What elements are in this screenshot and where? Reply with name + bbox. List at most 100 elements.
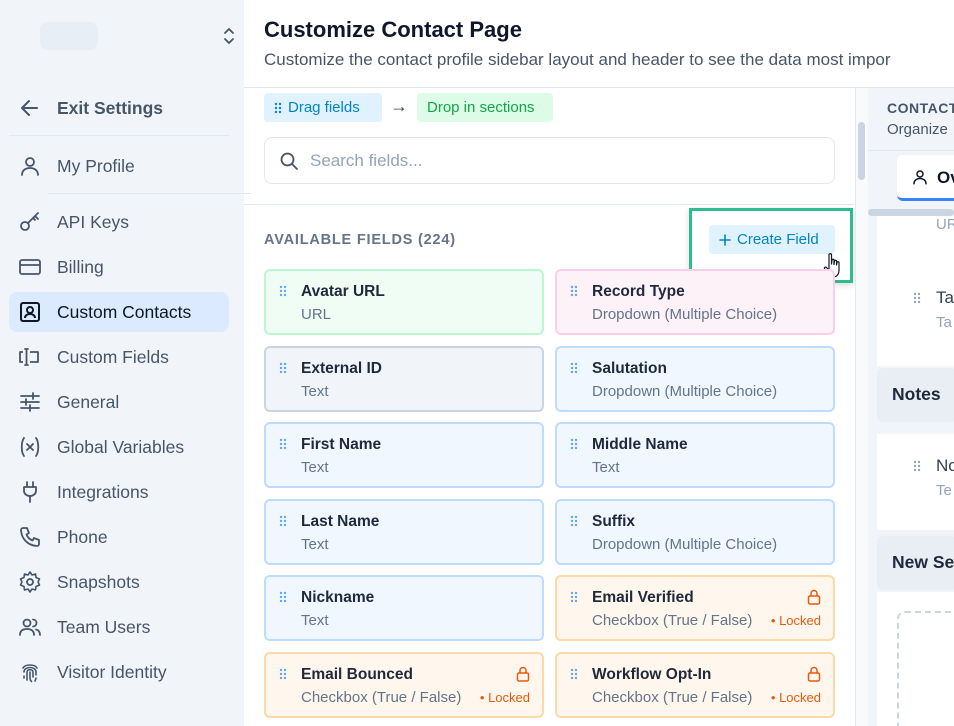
sidebar-divider: [48, 193, 251, 194]
sidebar-item-general[interactable]: General: [9, 382, 229, 422]
fields-scrollbar[interactable]: [855, 88, 868, 726]
search-fields-input[interactable]: [310, 146, 810, 176]
sidebar-item-visitor-identity[interactable]: Visitor Identity: [9, 652, 229, 692]
field-name: Workflow Opt-In: [592, 666, 712, 683]
drop-sections-label: Drop in sections: [427, 99, 535, 116]
preview-field-type: Te: [936, 482, 952, 499]
plus-icon: [719, 233, 731, 246]
create-field-button[interactable]: Create Field: [709, 225, 835, 254]
preview-field-name: Ta: [936, 288, 954, 307]
sidebar-item-api-keys[interactable]: API Keys: [9, 202, 229, 242]
field-name: First Name: [301, 436, 382, 454]
exit-settings-button[interactable]: Exit Settings: [9, 88, 229, 128]
field-type: Checkbox (True / False): [592, 612, 753, 630]
field-card-suffix[interactable]: Suffix Dropdown (Multiple Choice): [555, 498, 835, 565]
field-type: Dropdown (Multiple Choice): [592, 306, 778, 323]
field-card-salutation[interactable]: Salutation Dropdown (Multiple Choice): [555, 345, 835, 412]
section-new-label: New Se: [892, 552, 954, 572]
grip-icon: [570, 515, 578, 526]
lock-icon: [807, 590, 821, 606]
field-type: URL: [301, 306, 332, 323]
sidebar-item-team-users[interactable]: Team Users: [9, 607, 229, 647]
field-name: Nickname: [301, 589, 375, 607]
sidebar-item-billing[interactable]: Billing: [9, 247, 229, 287]
field-name: Salutation: [592, 359, 667, 377]
field-card-avatar-url[interactable]: Avatar URL URL: [264, 269, 544, 335]
preview-field-name: No: [936, 456, 954, 475]
grip-icon: [570, 285, 578, 297]
locked-label: Locked: [779, 613, 821, 629]
field-type: Checkbox (True / False): [592, 689, 753, 706]
user-icon: [913, 170, 927, 185]
grip-icon[interactable]: [913, 460, 921, 472]
drag-fields-chip: Drag fields: [264, 93, 382, 122]
sidebar-divider: [9, 135, 229, 136]
field-card-middle-name[interactable]: Middle Name Text: [555, 422, 835, 489]
field-card-record-type[interactable]: Record Type Dropdown (Multiple Choice): [555, 269, 835, 335]
drag-fields-label: Drag fields: [288, 99, 360, 116]
sidebar-item-label: My Profile: [57, 156, 135, 176]
grip-icon: [279, 285, 287, 297]
field-card-email-verified[interactable]: Email Verified Checkbox (True / False) • L…: [555, 575, 835, 642]
tab-overview[interactable]: Ov: [897, 155, 954, 201]
field-name: Email Bounced: [301, 666, 413, 683]
text-cursor-icon: [19, 348, 39, 366]
key-icon: [20, 212, 39, 231]
sidebar-item-label: Custom Contacts: [57, 302, 192, 322]
grip-icon[interactable]: [913, 292, 921, 304]
preview-heading: CONTACT: [887, 100, 954, 116]
section-notes[interactable]: Notes: [877, 368, 954, 422]
field-name: Email Verified: [592, 589, 694, 607]
section-divider: [244, 204, 854, 205]
drop-zone[interactable]: [897, 611, 954, 726]
field-card-workflow-opt-in[interactable]: Workflow Opt-In Checkbox (True / False) • …: [555, 652, 835, 718]
preview-subheading: Organize: [887, 121, 948, 138]
field-card-first-name[interactable]: First Name Text: [264, 422, 544, 489]
search-icon: [280, 152, 298, 170]
field-card-email-bounced[interactable]: Email Bounced Checkbox (True / False) • Lo…: [264, 652, 544, 718]
contact-card-icon: [20, 302, 40, 322]
sidebar-item-global-variables[interactable]: Global Variables: [9, 427, 229, 467]
sidebar-item-my-profile[interactable]: My Profile: [9, 146, 229, 186]
tab-overview-label: Ov: [937, 168, 954, 187]
fields-scrollbar-thumb[interactable]: [858, 122, 865, 180]
grip-icon: [279, 592, 287, 603]
arrow-right-icon: →: [390, 96, 408, 116]
field-type: Text: [301, 535, 329, 553]
grip-icon: [570, 438, 578, 450]
sidebar-item-snapshots[interactable]: Snapshots: [9, 562, 229, 602]
field-card-external-id[interactable]: External ID Text: [264, 345, 544, 412]
variable-icon: [20, 437, 40, 457]
field-type: Dropdown (Multiple Choice): [592, 535, 778, 553]
field-card-last-name[interactable]: Last Name Text: [264, 498, 544, 565]
section-notes-label: Notes: [892, 384, 941, 404]
chevron-up-down-icon[interactable]: [220, 24, 238, 48]
sidebar-item-label: Visitor Identity: [57, 662, 167, 682]
credit-card-icon: [19, 259, 41, 275]
field-name: External ID: [301, 359, 382, 377]
sidebar-item-label: Custom Fields: [57, 347, 169, 367]
lock-icon: [516, 666, 530, 682]
sidebar-item-integrations[interactable]: Integrations: [9, 472, 229, 512]
page-title: Customize Contact Page: [264, 17, 522, 42]
available-fields-title: AVAILABLE FIELDS (224): [264, 232, 456, 248]
sidebar-item-custom-contacts[interactable]: Custom Contacts: [9, 292, 229, 332]
field-type: Text: [592, 459, 620, 477]
field-type: Text: [301, 612, 329, 630]
workspace-switcher[interactable]: [0, 0, 244, 72]
field-card-nickname[interactable]: Nickname Text: [264, 575, 544, 642]
sidebar-item-label: Global Variables: [57, 437, 185, 457]
lock-icon: [807, 666, 821, 682]
create-field-label: Create Field: [737, 231, 819, 248]
sidebar-item-label: Snapshots: [57, 572, 140, 592]
sidebar-item-phone[interactable]: Phone: [9, 517, 229, 557]
grip-icon: [279, 362, 287, 373]
section-new[interactable]: New Se: [877, 536, 954, 590]
search-fields-box: [264, 137, 835, 184]
grip-icon: [279, 515, 287, 526]
tabs-scrollbar[interactable]: [868, 209, 954, 216]
locked-badge: • Locked: [479, 690, 530, 705]
settings-sidebar: Exit Settings My Profile API Keys Billin…: [0, 0, 251, 726]
grip-icon: [570, 592, 578, 603]
sidebar-item-custom-fields[interactable]: Custom Fields: [9, 337, 229, 377]
